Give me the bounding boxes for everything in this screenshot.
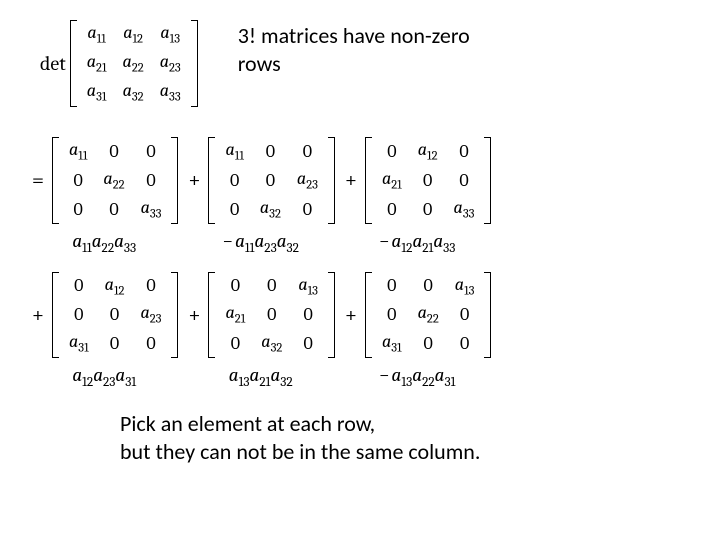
operator: = [30,167,46,193]
bottom-caption: Pick an element at each row, but they ca… [120,410,690,465]
expansion-term: +a110000a230a320 −a11a23a32 [186,137,334,256]
top-caption-line1: 3! matrices have non-zero [238,22,470,50]
term-product: a12a23a31 [72,364,136,390]
bottom-caption-line1: Pick an element at each row, [120,410,690,438]
det-label: det [40,52,66,75]
expansion-term: =a11000a22000a33 a11a22a33 [30,137,178,256]
term-matrix: 0a120a210000a33 [365,137,492,224]
operator: + [186,167,202,193]
operator: + [343,302,359,328]
expansion-term: +00a130a220a3100 −a13a22a31 [343,272,491,391]
term-matrix: 0a12000a23a3100 [52,272,178,359]
operator: + [186,302,202,328]
term-product: −a12a21a33 [379,230,455,256]
expansion-term: +00a13a21000a320 a13a21a32 [186,272,334,391]
term-matrix: 00a130a220a3100 [365,272,491,359]
expansion-term: +0a120a210000a33 −a12a21a33 [343,137,492,256]
term-matrix: 00a13a21000a320 [208,272,334,359]
term-matrix: a110000a230a320 [208,137,334,224]
determinant-expression: det a11a12a13a21a22a23a31a32a33 [40,20,198,107]
term-product: −a11a23a32 [223,230,299,256]
top-caption: 3! matrices have non-zero rows [238,22,470,77]
top-caption-line2: rows [238,50,470,78]
term-product: −a13a22a31 [379,364,455,390]
term-matrix: a11000a22000a33 [52,137,178,224]
expansion-term: +0a12000a23a3100 a12a23a31 [30,272,178,391]
expansion-terms: =a11000a22000a33a11a22a33+a110000a230a32… [30,137,690,390]
bottom-caption-line2: but they can not be in the same column. [120,438,690,466]
operator: + [30,302,46,328]
term-product: a13a21a32 [229,364,293,390]
lhs-matrix: a11a12a13a21a22a23a31a32a33 [70,20,198,107]
operator: + [343,167,359,193]
term-product: a11a22a33 [72,230,136,256]
